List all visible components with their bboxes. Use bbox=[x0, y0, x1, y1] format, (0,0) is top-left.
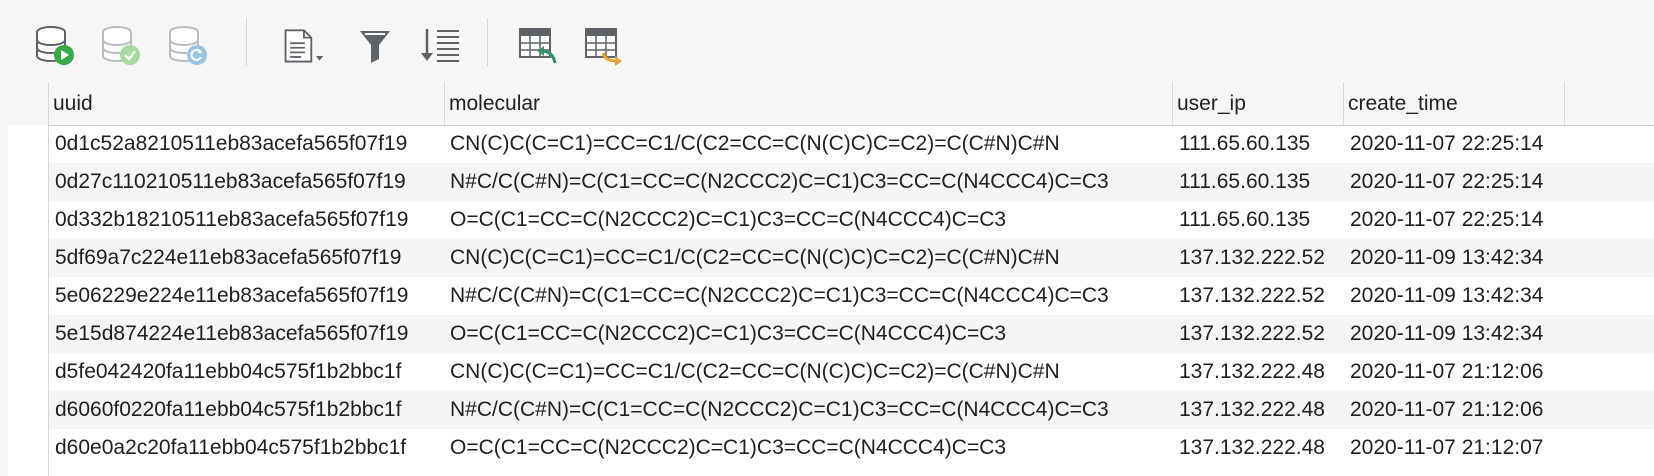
cell-create-time[interactable]: 2020-11-09 13:42:34 bbox=[1350, 277, 1610, 315]
cell-uuid[interactable]: d5fe042420fa11ebb04c575f1b2bbc1f bbox=[55, 353, 445, 391]
cell-molecular[interactable]: O=C(C1=CC=C(N2CCC2)C=C1)C3=CC=C(N4CCC4)C… bbox=[450, 201, 1175, 239]
sort-button[interactable] bbox=[417, 22, 463, 68]
table-header: uuid molecular user_ip create_time bbox=[8, 82, 1654, 126]
column-header-uuid[interactable]: uuid bbox=[48, 82, 444, 125]
table-row[interactable]: 0d1c52a8210511eb83acefa565f07f19 CN(C)C(… bbox=[49, 125, 1654, 163]
cell-user-ip[interactable]: 137.132.222.48 bbox=[1179, 353, 1349, 391]
cell-user-ip[interactable]: 137.132.222.48 bbox=[1179, 391, 1349, 429]
cell-uuid[interactable]: 5e15d874224e11eb83acefa565f07f19 bbox=[55, 315, 445, 353]
cell-uuid[interactable]: 0d27c110210511eb83acefa565f07f19 bbox=[55, 163, 445, 201]
cell-molecular[interactable]: O=C(C1=CC=C(N2CCC2)C=C1)C3=CC=C(N4CCC4)C… bbox=[450, 429, 1175, 467]
toolbar-separator bbox=[487, 18, 488, 66]
cell-create-time[interactable]: 2020-11-07 21:12:06 bbox=[1350, 391, 1610, 429]
export-button[interactable] bbox=[280, 22, 326, 68]
cell-molecular[interactable]: CN(C)C(C=C1)=CC=C1/C(C2=CC=C(N(C)C)C=C2)… bbox=[450, 125, 1175, 163]
cell-uuid[interactable]: 5e06229e224e11eb83acefa565f07f19 bbox=[55, 277, 445, 315]
filter-button[interactable] bbox=[352, 22, 398, 68]
database-check-icon bbox=[102, 26, 140, 65]
cell-create-time[interactable]: 2020-11-07 21:12:06 bbox=[1350, 353, 1610, 391]
filter-icon bbox=[360, 31, 390, 63]
cell-create-time[interactable]: 2020-11-07 22:25:14 bbox=[1350, 163, 1610, 201]
cell-molecular[interactable]: N#C/C(C#N)=C(C1=CC=C(N2CCC2)C=C1)C3=CC=C… bbox=[450, 391, 1175, 429]
cell-molecular[interactable]: CN(C)C(C=C1)=CC=C1/C(C2=CC=C(N(C)C)C=C2)… bbox=[450, 239, 1175, 277]
commit-button[interactable] bbox=[98, 22, 144, 68]
sort-descending-icon bbox=[421, 29, 459, 62]
data-grid: uuid molecular user_ip create_time 0d1c5… bbox=[8, 82, 1654, 476]
cell-uuid[interactable]: d60e0a2c20fa11ebb04c575f1b2bbc1f bbox=[55, 429, 445, 467]
toolbar-separator bbox=[246, 18, 247, 66]
cell-user-ip[interactable]: 111.65.60.135 bbox=[1179, 201, 1349, 239]
cell-molecular[interactable]: O=C(C1=CC=C(N2CCC2)C=C1)C3=CC=C(N4CCC4)C… bbox=[450, 315, 1175, 353]
table-row[interactable]: d5fe042420fa11ebb04c575f1b2bbc1f CN(C)C(… bbox=[49, 353, 1654, 391]
cell-create-time[interactable]: 2020-11-07 22:25:14 bbox=[1350, 201, 1610, 239]
table-import-icon bbox=[519, 28, 557, 64]
cell-molecular[interactable]: CN(C)C(C=C1)=CC=C1/C(C2=CC=C(N(C)C)C=C2)… bbox=[450, 353, 1175, 391]
database-play-icon bbox=[36, 26, 74, 65]
cell-user-ip[interactable]: 111.65.60.135 bbox=[1179, 163, 1349, 201]
cell-user-ip[interactable]: 111.65.60.135 bbox=[1179, 125, 1349, 163]
table-row[interactable]: 0d332b18210511eb83acefa565f07f19 O=C(C1=… bbox=[49, 201, 1654, 239]
column-header-user-ip[interactable]: user_ip bbox=[1172, 82, 1343, 125]
table-row[interactable]: d60e0a2c20fa11ebb04c575f1b2bbc1f O=C(C1=… bbox=[49, 429, 1654, 467]
cell-create-time[interactable]: 2020-11-07 21:12:07 bbox=[1350, 429, 1610, 467]
cell-create-time[interactable]: 2020-11-07 22:25:14 bbox=[1350, 125, 1610, 163]
cell-uuid[interactable]: 0d1c52a8210511eb83acefa565f07f19 bbox=[55, 125, 445, 163]
cell-user-ip[interactable]: 137.132.222.52 bbox=[1179, 239, 1349, 277]
cell-user-ip[interactable]: 137.132.222.48 bbox=[1179, 429, 1349, 467]
table-row[interactable]: 0d27c110210511eb83acefa565f07f19 N#C/C(C… bbox=[49, 163, 1654, 201]
cell-molecular[interactable]: N#C/C(C#N)=C(C1=CC=C(N2CCC2)C=C1)C3=CC=C… bbox=[450, 277, 1175, 315]
import-table-button[interactable] bbox=[514, 22, 560, 68]
table-row[interactable]: 5df69a7c224e11eb83acefa565f07f19 CN(C)C(… bbox=[49, 239, 1654, 277]
table-row[interactable]: d6060f0220fa11ebb04c575f1b2bbc1f N#C/C(C… bbox=[49, 391, 1654, 429]
cell-uuid[interactable]: d6060f0220fa11ebb04c575f1b2bbc1f bbox=[55, 391, 445, 429]
cell-user-ip[interactable]: 137.132.222.52 bbox=[1179, 315, 1349, 353]
rollback-button[interactable] bbox=[165, 22, 211, 68]
export-table-button[interactable] bbox=[580, 22, 626, 68]
cell-user-ip[interactable]: 137.132.222.52 bbox=[1179, 277, 1349, 315]
table-row[interactable]: 5e15d874224e11eb83acefa565f07f19 O=C(C1=… bbox=[49, 315, 1654, 353]
cell-molecular[interactable]: N#C/C(C#N)=C(C1=CC=C(N2CCC2)C=C1)C3=CC=C… bbox=[450, 163, 1175, 201]
column-header-create-time[interactable]: create_time bbox=[1343, 82, 1565, 125]
cell-create-time[interactable]: 2020-11-09 13:42:34 bbox=[1350, 239, 1610, 277]
document-dropdown-icon bbox=[284, 29, 324, 63]
database-refresh-icon bbox=[169, 26, 207, 65]
table-row[interactable]: 5e06229e224e11eb83acefa565f07f19 N#C/C(C… bbox=[49, 277, 1654, 315]
toolbar bbox=[8, 0, 1654, 83]
table-export-icon bbox=[585, 28, 622, 66]
cell-uuid[interactable]: 0d332b18210511eb83acefa565f07f19 bbox=[55, 201, 445, 239]
row-selector-gutter[interactable] bbox=[8, 125, 49, 476]
cell-create-time[interactable]: 2020-11-09 13:42:34 bbox=[1350, 315, 1610, 353]
cell-uuid[interactable]: 5df69a7c224e11eb83acefa565f07f19 bbox=[55, 239, 445, 277]
column-header-molecular[interactable]: molecular bbox=[444, 82, 1172, 125]
run-query-button[interactable] bbox=[32, 22, 78, 68]
